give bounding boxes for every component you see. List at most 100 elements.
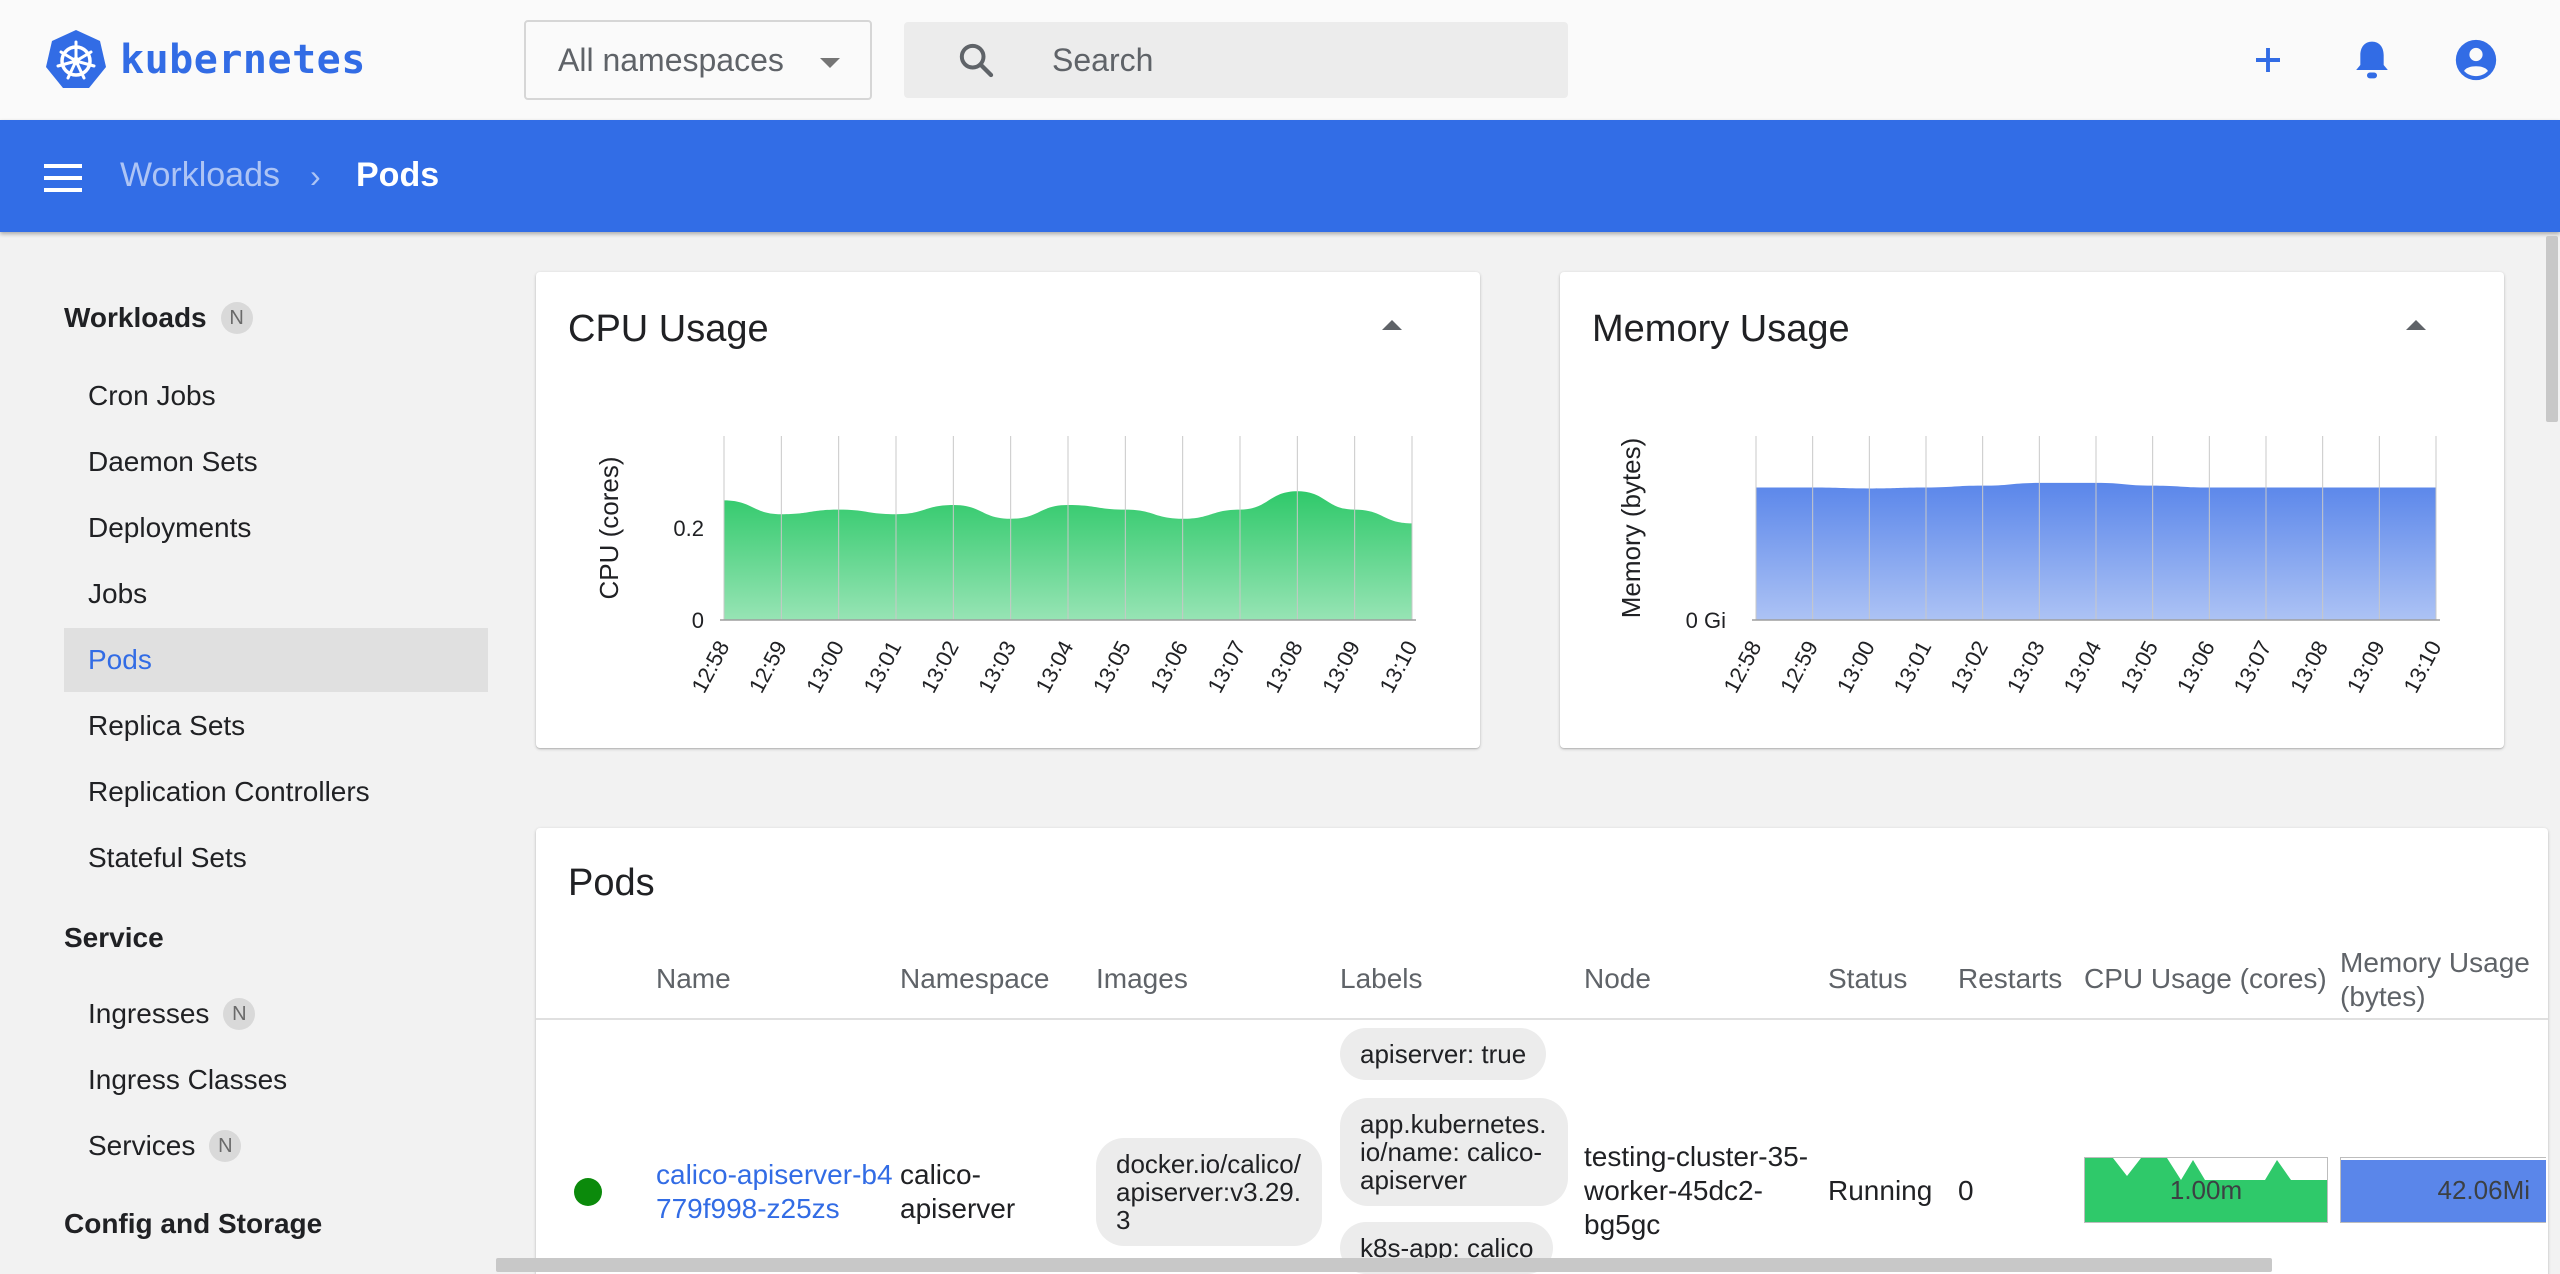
x-tick-label: 13:04 <box>1030 637 1078 697</box>
x-tick-label: 12:58 <box>1718 637 1766 697</box>
y-tick-label: 0.2 <box>673 516 704 541</box>
x-tick-label: 13:09 <box>1317 637 1365 697</box>
sidebar-item-replication-controllers[interactable]: Replication Controllers <box>64 760 488 824</box>
pod-status: Running <box>1828 1175 1933 1206</box>
x-tick-label: 13:03 <box>2002 637 2050 697</box>
sidebar: Workloads N Cron Jobs Daemon Sets Deploy… <box>0 232 500 1274</box>
search-icon <box>959 43 994 78</box>
sidebar-item-label: Ingress Classes <box>88 1064 288 1095</box>
sidebar-section-config-and-storage[interactable]: Config and Storage <box>64 1208 322 1240</box>
sidebar-item-cron-jobs[interactable]: Cron Jobs <box>64 364 488 428</box>
memory-usage-chart: 12:58 12:59 13:00 13:01 13:02 13:03 13:04 13:05… <box>1616 436 2446 697</box>
notifications-button[interactable] <box>2344 32 2400 88</box>
column-header-name[interactable]: Name <box>656 962 731 996</box>
x-tick-label: 13:00 <box>1832 637 1880 697</box>
x-tick-label: 13:02 <box>916 637 964 697</box>
column-header-restarts[interactable]: Restarts <box>1958 962 2062 996</box>
vertical-scrollbar[interactable] <box>2546 236 2558 422</box>
status-running-icon <box>574 1178 602 1206</box>
column-header-node[interactable]: Node <box>1584 962 1651 996</box>
section-title: Service <box>64 922 164 953</box>
x-tick-label: 13:02 <box>1945 637 1993 697</box>
namespaced-badge: N <box>223 998 256 1030</box>
sidebar-section-workloads[interactable]: Workloads N <box>64 302 253 334</box>
chevron-down-icon <box>820 58 840 68</box>
x-tick-label: 13:03 <box>973 637 1021 697</box>
y-tick-label: 0 <box>692 608 704 633</box>
x-tick-label: 13:10 <box>1374 637 1422 697</box>
sidebar-item-ingresses[interactable]: Ingresses N <box>64 982 488 1046</box>
column-header-status[interactable]: Status <box>1828 962 1907 996</box>
memory-usage-value: 42.06Mi <box>2437 1174 2531 1205</box>
page-header: Workloads › Pods <box>0 120 2560 232</box>
cpu-usage-value: 1.00m <box>2169 1174 2243 1205</box>
sidebar-item-replica-sets[interactable]: Replica Sets <box>64 694 488 758</box>
sidebar-item-label: Ingresses <box>88 998 210 1029</box>
image-chip: docker.io/calico/apiserver:v3.29.3 <box>1096 1138 1322 1246</box>
horizontal-scrollbar[interactable] <box>496 1258 2272 1272</box>
cpu-sparkline: 1.00m <box>2084 1157 2328 1223</box>
plus-icon <box>2256 48 2280 72</box>
namespaced-badge: N <box>220 302 253 334</box>
label-chip: app.kubernetes.io/name: calico-apiserver <box>1340 1098 1568 1206</box>
y-axis-label: CPU (cores) <box>594 456 624 599</box>
logo-text: kubernetes <box>120 37 366 83</box>
x-tick-label: 13:01 <box>858 637 906 697</box>
pod-namespace: calico-apiserver <box>900 1159 1016 1224</box>
x-tick-label: 13:06 <box>1145 637 1193 697</box>
y-tick-label: 0 Gi <box>1686 608 1726 633</box>
column-header-images: Images <box>1096 963 1188 994</box>
sidebar-item-daemon-sets[interactable]: Daemon Sets <box>64 430 488 494</box>
x-tick-label: 13:10 <box>2398 637 2446 697</box>
table-header-divider <box>536 1018 2548 1020</box>
x-tick-label: 13:01 <box>1888 637 1936 697</box>
x-tick-label: 12:59 <box>744 637 792 697</box>
x-tick-label: 13:05 <box>2115 637 2163 697</box>
search-input[interactable] <box>1052 22 1552 98</box>
y-axis-label: Memory (bytes) <box>1616 438 1646 619</box>
x-tick-label: 13:07 <box>1202 637 1250 697</box>
x-tick-label: 12:58 <box>686 637 734 697</box>
x-tick-label: 13:05 <box>1088 637 1136 697</box>
card-title: Pods <box>568 862 655 904</box>
top-toolbar: kubernetes All namespaces <box>0 0 2560 120</box>
x-tick-label: 13:00 <box>801 637 849 697</box>
create-resource-button[interactable] <box>2240 32 2296 88</box>
x-tick-label: 13:07 <box>2228 637 2276 697</box>
cpu-usage-card: CPU Usage 12:58 12:59 13:00 13:01 13:02 13:03… <box>536 272 1480 748</box>
breadcrumb-pods: Pods <box>356 156 440 194</box>
sidebar-item-deployments[interactable]: Deployments <box>64 496 488 560</box>
column-header-namespace[interactable]: Namespace <box>900 962 1049 996</box>
x-tick-label: 13:06 <box>2172 637 2220 697</box>
pod-restarts: 0 <box>1958 1175 1974 1206</box>
memory-sparkline: 42.06Mi <box>2340 1157 2546 1223</box>
namespace-select-value: All namespaces <box>558 41 784 78</box>
memory-usage-card: Memory Usage 12:58 12:59 13:00 13:01 13:02 13… <box>1560 272 2504 748</box>
sidebar-section-service[interactable]: Service <box>64 922 164 954</box>
column-header-memory-usage: Memory Usage (bytes) <box>2340 947 2530 1012</box>
kubernetes-wheel-icon <box>46 30 106 88</box>
x-tick-label: 13:08 <box>2285 637 2333 697</box>
namespace-select[interactable]: All namespaces <box>524 20 872 100</box>
sidebar-item-ingress-classes[interactable]: Ingress Classes <box>64 1048 488 1112</box>
x-tick-label: 13:08 <box>1260 637 1308 697</box>
section-title: Config and Storage <box>64 1208 323 1239</box>
column-header-cpu-usage: CPU Usage (cores) <box>2084 963 2327 994</box>
menu-icon[interactable] <box>44 164 84 192</box>
x-tick-label: 12:59 <box>1775 637 1823 697</box>
account-circle-icon <box>2455 39 2497 81</box>
breadcrumb-workloads[interactable]: Workloads <box>120 156 280 195</box>
sidebar-item-services[interactable]: Services N <box>64 1114 488 1178</box>
bell-icon <box>2356 41 2388 79</box>
sidebar-item-stateful-sets[interactable]: Stateful Sets <box>64 826 488 890</box>
sidebar-item-pods[interactable]: Pods <box>64 628 488 692</box>
chevron-right-icon: › <box>310 158 321 194</box>
section-title: Workloads <box>64 302 207 333</box>
sidebar-item-jobs[interactable]: Jobs <box>64 562 488 626</box>
kubernetes-logo[interactable]: kubernetes <box>44 28 366 92</box>
pod-name-link[interactable]: calico-apiserver-b4779f998-z25zs <box>656 1158 896 1226</box>
sidebar-item-label: Services <box>88 1130 196 1161</box>
x-tick-label: 13:09 <box>2342 637 2390 697</box>
namespaced-badge: N <box>209 1130 242 1162</box>
user-menu-button[interactable] <box>2448 32 2504 88</box>
